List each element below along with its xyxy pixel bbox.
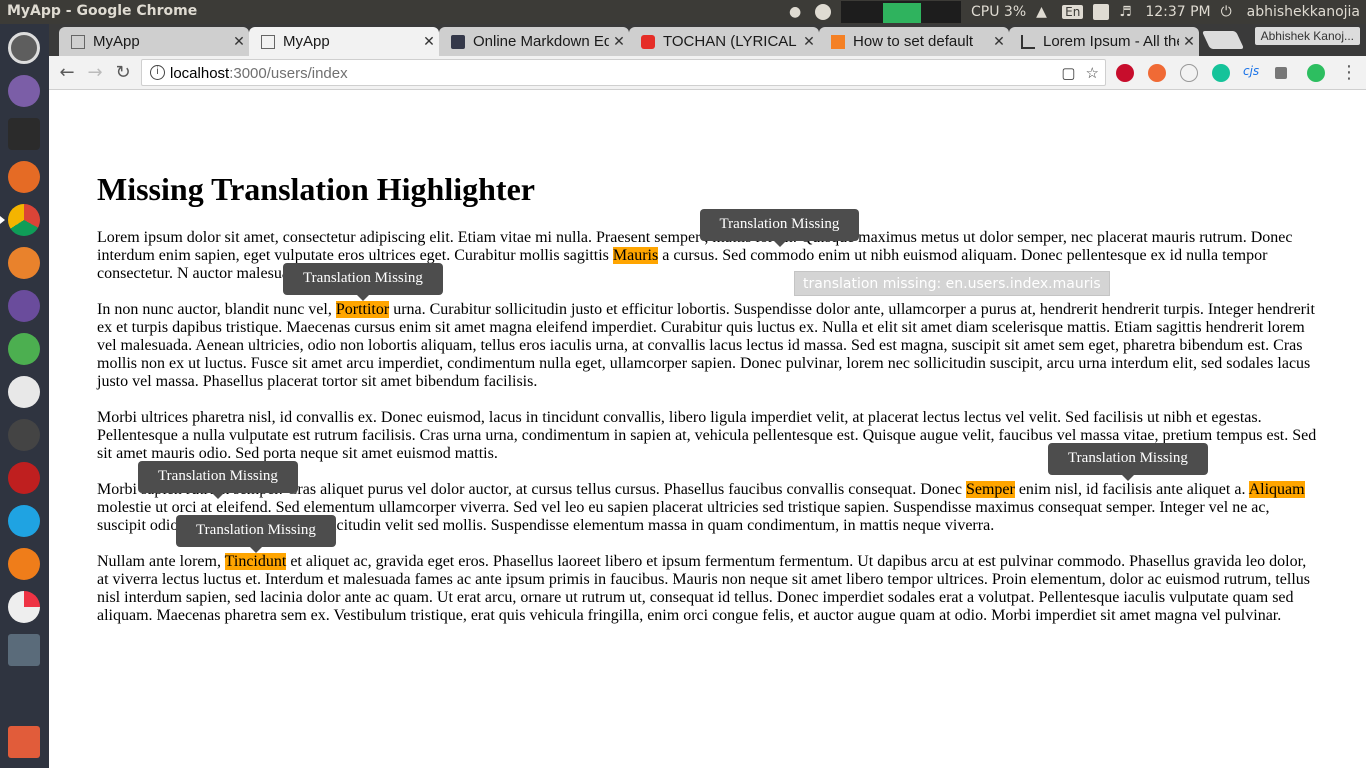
document-icon [261, 34, 275, 49]
dillinger-icon [451, 34, 465, 49]
adblock-plus-icon[interactable] [1116, 64, 1134, 82]
filezilla-icon[interactable] [8, 462, 40, 494]
tooltip-semper: Translation Missing [1048, 443, 1208, 481]
files-icon[interactable] [8, 75, 40, 107]
tab-myapp-2[interactable]: MyApp ✕ [249, 27, 439, 56]
terminal-icon[interactable] [8, 118, 40, 150]
firefox-icon[interactable] [8, 161, 40, 193]
disk-usage-icon[interactable] [8, 591, 40, 623]
cjs-icon[interactable]: cjs [1243, 64, 1261, 82]
tooltip-mauris: Translation Missing [700, 209, 859, 247]
new-tab-button[interactable] [1201, 31, 1245, 49]
forward-button[interactable]: → [84, 62, 106, 84]
tab-youtube[interactable]: TOCHAN (LYRICAL VIDEO) ✕ [629, 27, 819, 56]
evernote-icon[interactable] [1307, 64, 1325, 82]
close-icon[interactable]: ✕ [609, 33, 629, 50]
missing-translation-aliquam[interactable]: Aliquam [1248, 481, 1305, 498]
browser-title-tooltip: translation missing: en.users.index.maur… [794, 271, 1110, 296]
paragraph-5: Nullam ante lorem, Tincidunt et aliquet … [97, 553, 1311, 624]
page-heading: Missing Translation Highlighter [97, 171, 535, 207]
trash-icon[interactable] [8, 726, 40, 758]
cpu-indicator[interactable]: CPU 3% [971, 4, 1026, 20]
close-icon[interactable]: ✕ [989, 33, 1009, 50]
extension-orange-icon[interactable] [1148, 64, 1166, 82]
user-name[interactable]: abhishekkanojia [1247, 4, 1360, 20]
document-icon [71, 34, 85, 49]
missing-translation-porttitor[interactable]: Porttitor [335, 301, 390, 318]
page-content: Missing Translation Highlighter Lorem ip… [49, 91, 1366, 768]
url-text: localhost:3000/users/index [170, 65, 348, 82]
tooltip-aliquam: Translation Missing [138, 461, 298, 499]
system-indicators: ● CPU 3% ▲ En ♬ 12:37 PM ⏻ abhishekkanoj… [789, 0, 1360, 24]
lipsum-icon [1021, 34, 1035, 49]
stackoverflow-icon [831, 34, 845, 49]
tab-stackoverflow[interactable]: How to set default ✕ [819, 27, 1009, 56]
system-top-panel: MyApp - Google Chrome ● CPU 3% ▲ En ♬ 12… [0, 0, 1366, 24]
bookmark-star-icon[interactable]: ☆ [1086, 64, 1099, 82]
launcher [0, 24, 49, 768]
skype-icon[interactable] [8, 505, 40, 537]
missing-translation-mauris[interactable]: Mauris [612, 247, 659, 264]
clock[interactable]: 12:37 PM [1145, 4, 1210, 20]
tab-lorem-ipsum[interactable]: Lorem Ipsum - All the ✕ [1009, 27, 1199, 56]
lightbulb-icon[interactable]: ● [789, 4, 805, 20]
translate-icon[interactable]: ▢ [1061, 64, 1075, 82]
tooltip-tincidunt: Translation Missing [176, 515, 336, 553]
close-icon[interactable]: ✕ [229, 33, 249, 50]
chrome-icon[interactable] [8, 204, 40, 236]
reload-button[interactable]: ↻ [112, 62, 134, 84]
sublime-icon[interactable] [8, 548, 40, 580]
site-info-icon[interactable]: i [150, 65, 165, 80]
tab-markdown-editor[interactable]: Online Markdown Editor ✕ [439, 27, 629, 56]
extension-grey-icon[interactable] [1180, 64, 1198, 82]
grammarly-icon[interactable] [1212, 64, 1230, 82]
text-editor-icon[interactable] [8, 290, 40, 322]
profile-button[interactable]: Abhishek Kanoj... [1254, 27, 1360, 45]
screenshot-app-icon[interactable] [8, 634, 40, 666]
power-icon[interactable]: ⏻ [1221, 4, 1237, 20]
settings-toggle-icon[interactable] [8, 333, 40, 365]
tooltip-porttitor: Translation Missing [283, 263, 443, 301]
back-button[interactable]: ← [56, 62, 78, 84]
tab-strip: MyApp ✕ MyApp ✕ Online Markdown Editor ✕… [49, 24, 1366, 56]
wifi-icon[interactable]: ▲ [1036, 4, 1052, 20]
active-app-arrow [0, 216, 5, 224]
missing-translation-tincidunt[interactable]: Tincidunt [224, 553, 287, 570]
chrome-menu-icon[interactable]: ⋮ [1338, 62, 1360, 84]
browser-toolbar: ← → ↻ i localhost:3000/users/index ▢ ☆ c… [49, 56, 1366, 90]
tab-myapp-1[interactable]: MyApp ✕ [59, 27, 249, 56]
clipboard-icon[interactable] [1093, 4, 1110, 20]
close-icon[interactable]: ✕ [1179, 33, 1199, 50]
system-load-graph[interactable] [841, 1, 961, 23]
address-bar[interactable]: i localhost:3000/users/index ▢ ☆ [141, 59, 1106, 86]
window-title: MyApp - Google Chrome [7, 3, 198, 19]
software-center-icon[interactable] [8, 247, 40, 279]
dash-icon[interactable] [8, 32, 40, 64]
pencil-app-icon[interactable] [8, 376, 40, 408]
volume-icon[interactable]: ♬ [1119, 4, 1135, 20]
missing-translation-semper[interactable]: Semper [965, 481, 1015, 498]
eyedropper-icon[interactable] [1275, 67, 1287, 79]
copyq-icon[interactable] [815, 4, 831, 20]
close-icon[interactable]: ✕ [799, 33, 819, 50]
camera-app-icon[interactable] [8, 419, 40, 451]
keyboard-layout[interactable]: En [1062, 5, 1084, 19]
paragraph-2: In non nunc auctor, blandit nunc vel, Po… [97, 301, 1315, 390]
close-icon[interactable]: ✕ [419, 33, 439, 50]
youtube-icon [641, 34, 655, 49]
